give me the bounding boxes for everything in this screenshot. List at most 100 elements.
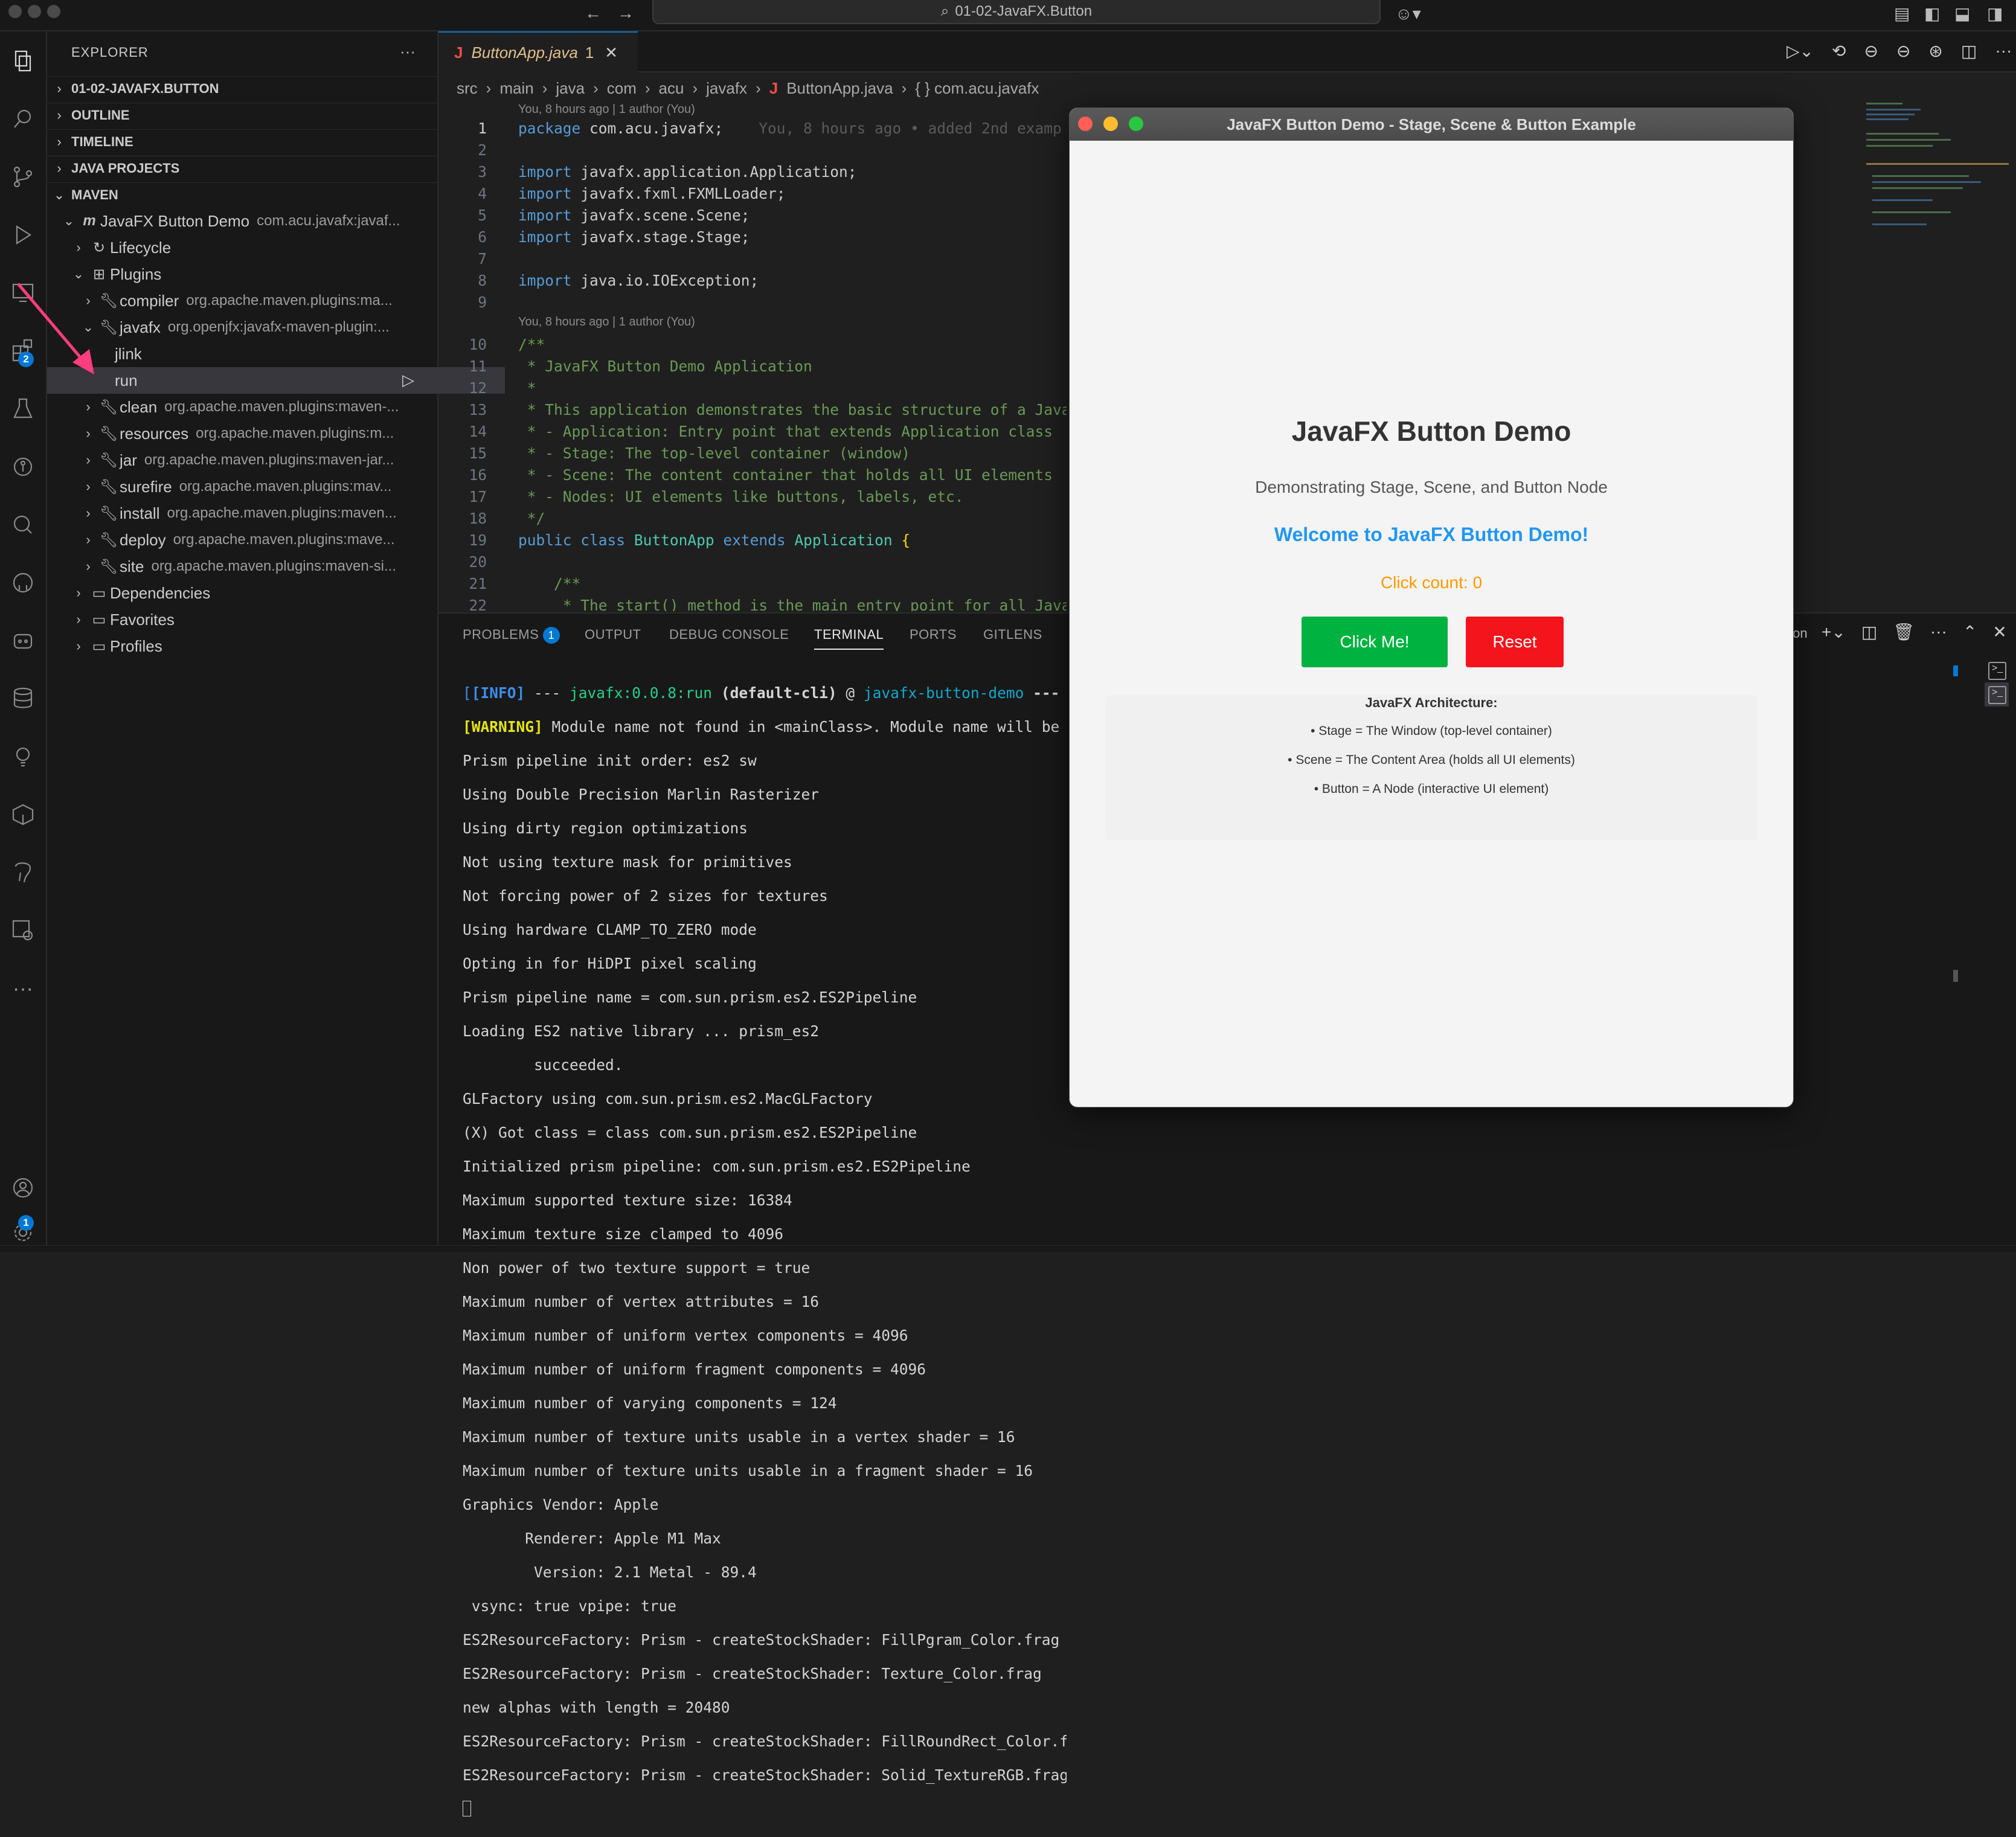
explorer-icon[interactable] <box>0 40 46 82</box>
explorer-more-actions-icon[interactable]: ··· <box>400 42 416 61</box>
lightbulb-icon[interactable] <box>0 736 46 778</box>
tab-output[interactable]: OUTPUT <box>585 627 641 643</box>
copilot-icon[interactable]: ☺▾ <box>1395 4 1421 24</box>
breadcrumb-main[interactable]: main <box>499 79 533 98</box>
kill-terminal-icon[interactable]: 🗑︎ <box>1893 622 1915 642</box>
plugin-compiler[interactable]: › 🔧︎ compiler org.apache.maven.plugins:m… <box>47 287 469 314</box>
codelens-blame[interactable]: You, 8 hours ago | 1 author (You) <box>518 315 695 329</box>
section-maven[interactable]: ⌄ MAVEN <box>47 182 437 207</box>
command-center[interactable]: ⌕ 01-02-JavaFX.Button <box>652 0 1381 24</box>
section-folder[interactable]: › 01-02-JAVAFX.BUTTON <box>47 76 437 101</box>
maven-plugins-item[interactable]: ⌄ ⊞ Plugins <box>47 261 459 287</box>
reset-button[interactable]: Reset <box>1466 617 1564 667</box>
source-control-icon[interactable] <box>0 156 46 198</box>
plugin-install[interactable]: › 🔧︎ install org.apache.maven.plugins:ma… <box>47 500 469 527</box>
section-java-projects[interactable]: › JAVA PROJECTS <box>47 156 437 181</box>
close-panel-icon[interactable]: ✕ <box>1992 622 2006 642</box>
terminal-instance-selected[interactable]: >_ <box>1985 682 2009 707</box>
layout-controls-icon[interactable]: ▤ <box>1894 4 1910 24</box>
search-icon[interactable] <box>0 98 46 140</box>
maven-project-item[interactable]: ⌄ m JavaFX Button Demo com.acu.javafx:ja… <box>47 208 449 234</box>
fx-close-dot[interactable] <box>1078 117 1093 131</box>
tab-problems[interactable]: PROBLEMS 1 <box>463 627 560 644</box>
maven-favorites-item[interactable]: › ▭ Favorites <box>47 606 459 633</box>
terminal-scrollbar[interactable] <box>1953 970 1958 982</box>
container-icon[interactable] <box>0 793 46 836</box>
breadcrumb-acu[interactable]: acu <box>659 79 684 98</box>
section-outline[interactable]: › OUTLINE <box>47 103 437 127</box>
accounts-icon[interactable] <box>0 1167 46 1209</box>
run-debug-icon[interactable] <box>0 214 46 256</box>
previous-change-icon[interactable]: ⊖ <box>1864 41 1878 61</box>
click-me-button[interactable]: Click Me! <box>1302 617 1448 667</box>
breadcrumb-java[interactable]: java <box>556 79 585 98</box>
goal-jlink[interactable]: jlink <box>47 341 505 367</box>
testing-icon[interactable] <box>0 388 46 430</box>
run-goal-play-icon[interactable]: ▷ <box>402 371 414 390</box>
breadcrumb-package[interactable]: { } com.acu.javafx <box>915 79 1039 98</box>
code-line: import javafx.fxml.FXMLLoader; <box>518 185 786 202</box>
toggle-secondary-sidebar-icon[interactable]: ◨ <box>1987 4 2003 24</box>
tab-gitlens[interactable]: GITLENS <box>983 627 1042 643</box>
window-close-dot[interactable] <box>8 5 22 18</box>
java-file-icon: J <box>454 43 463 62</box>
javafx-window-titlebar[interactable]: JavaFX Button Demo - Stage, Scene & Butt… <box>1070 108 1793 141</box>
breadcrumb-com[interactable]: com <box>607 79 637 98</box>
split-terminal-icon[interactable]: ◫ <box>1861 622 1877 642</box>
section-timeline[interactable]: › TIMELINE <box>47 129 437 154</box>
plugin-javafx[interactable]: ⌄ 🔧︎ javafx org.openjfx:javafx-maven-plu… <box>47 314 469 341</box>
fx-architecture-line: • Scene = The Content Area (holds all UI… <box>1288 753 1575 767</box>
more-actions-icon[interactable]: ··· <box>1930 622 1947 642</box>
maven-dependencies-item[interactable]: › ▭ Dependencies <box>47 580 459 606</box>
git-graph-icon[interactable] <box>0 446 46 488</box>
gitlens-graph-icon[interactable]: ⊛ <box>1928 41 1942 61</box>
tab-terminal[interactable]: TERMINAL <box>814 627 884 650</box>
back-arrow-icon[interactable]: ← <box>585 4 602 23</box>
run-java-icon[interactable]: ▷⌄ <box>1786 41 1814 61</box>
github-icon[interactable] <box>0 562 46 604</box>
fx-zoom-dot[interactable] <box>1129 117 1143 131</box>
fx-minimize-dot[interactable] <box>1103 117 1118 131</box>
new-terminal-icon[interactable]: +⌄ <box>1822 622 1846 642</box>
postgres-elephant-icon[interactable] <box>0 851 46 894</box>
codelens-blame[interactable]: You, 8 hours ago | 1 author (You) <box>518 103 695 117</box>
plugin-jar[interactable]: › 🔧︎ jar org.apache.maven.plugins:maven-… <box>47 447 469 473</box>
breadcrumb-file[interactable]: ButtonApp.java <box>786 79 893 98</box>
plugin-resources[interactable]: › 🔧︎ resources org.apache.maven.plugins:… <box>47 420 469 447</box>
split-editor-icon[interactable]: ◫ <box>1961 41 1977 61</box>
remote-window-icon[interactable] <box>0 909 46 952</box>
breadcrumb-javafx[interactable]: javafx <box>706 79 747 98</box>
toggle-panel-icon[interactable]: ⬓ <box>1954 4 1970 24</box>
close-tab-icon[interactable]: ✕ <box>605 43 618 62</box>
breadcrumb-src[interactable]: src <box>457 79 478 98</box>
status-bar <box>0 1245 2016 1252</box>
plugin-site[interactable]: › 🔧︎ site org.apache.maven.plugins:maven… <box>47 553 469 580</box>
maven-lifecycle-item[interactable]: › ↻ Lifecycle <box>47 234 459 261</box>
code-line: import java.io.IOException; <box>518 272 759 289</box>
terminal-instance-icon[interactable]: >_ <box>1988 662 2006 680</box>
database-icon[interactable] <box>0 678 46 720</box>
gitlens-icon[interactable] <box>0 504 46 546</box>
goal-run[interactable]: run ▷ <box>47 367 505 394</box>
code-editor[interactable]: You, 8 hours ago | 1 author (You) 1 pack… <box>438 103 1067 611</box>
plugin-surefire[interactable]: › 🔧︎ surefire org.apache.maven.plugins:m… <box>47 473 469 500</box>
more-icon[interactable]: ··· <box>0 967 46 1010</box>
window-zoom-dot[interactable] <box>47 5 60 18</box>
plugin-deploy[interactable]: › 🔧︎ deploy org.apache.maven.plugins:mav… <box>47 527 469 553</box>
copilot-chat-icon[interactable] <box>0 620 46 662</box>
more-actions-icon[interactable]: ··· <box>1995 41 2012 61</box>
minimap[interactable] <box>1866 97 2011 254</box>
git-revert-icon[interactable]: ⟲ <box>1832 41 1846 61</box>
maven-profiles-item[interactable]: › ▭ Profiles <box>47 633 459 659</box>
next-change-icon[interactable]: ⊖ <box>1896 41 1910 61</box>
fx-welcome-label: Welcome to JavaFX Button Demo! <box>1274 524 1589 545</box>
window-minimize-dot[interactable] <box>28 5 41 18</box>
maximize-panel-icon[interactable]: ⌃ <box>1963 622 1977 642</box>
tab-ports[interactable]: PORTS <box>910 627 957 643</box>
tab-debug-console[interactable]: DEBUG CONSOLE <box>669 627 789 643</box>
terminal-output[interactable]: [[INFO] --- javafx:0.0.8:run (default-cl… <box>463 668 1067 1837</box>
forward-arrow-icon[interactable]: → <box>617 4 634 23</box>
tab-buttonapp-java[interactable]: J ButtonApp.java 1 ✕ <box>438 31 638 72</box>
toggle-primary-sidebar-icon[interactable]: ◧ <box>1924 4 1940 24</box>
plugin-clean[interactable]: › 🔧︎ clean org.apache.maven.plugins:mave… <box>47 394 469 420</box>
